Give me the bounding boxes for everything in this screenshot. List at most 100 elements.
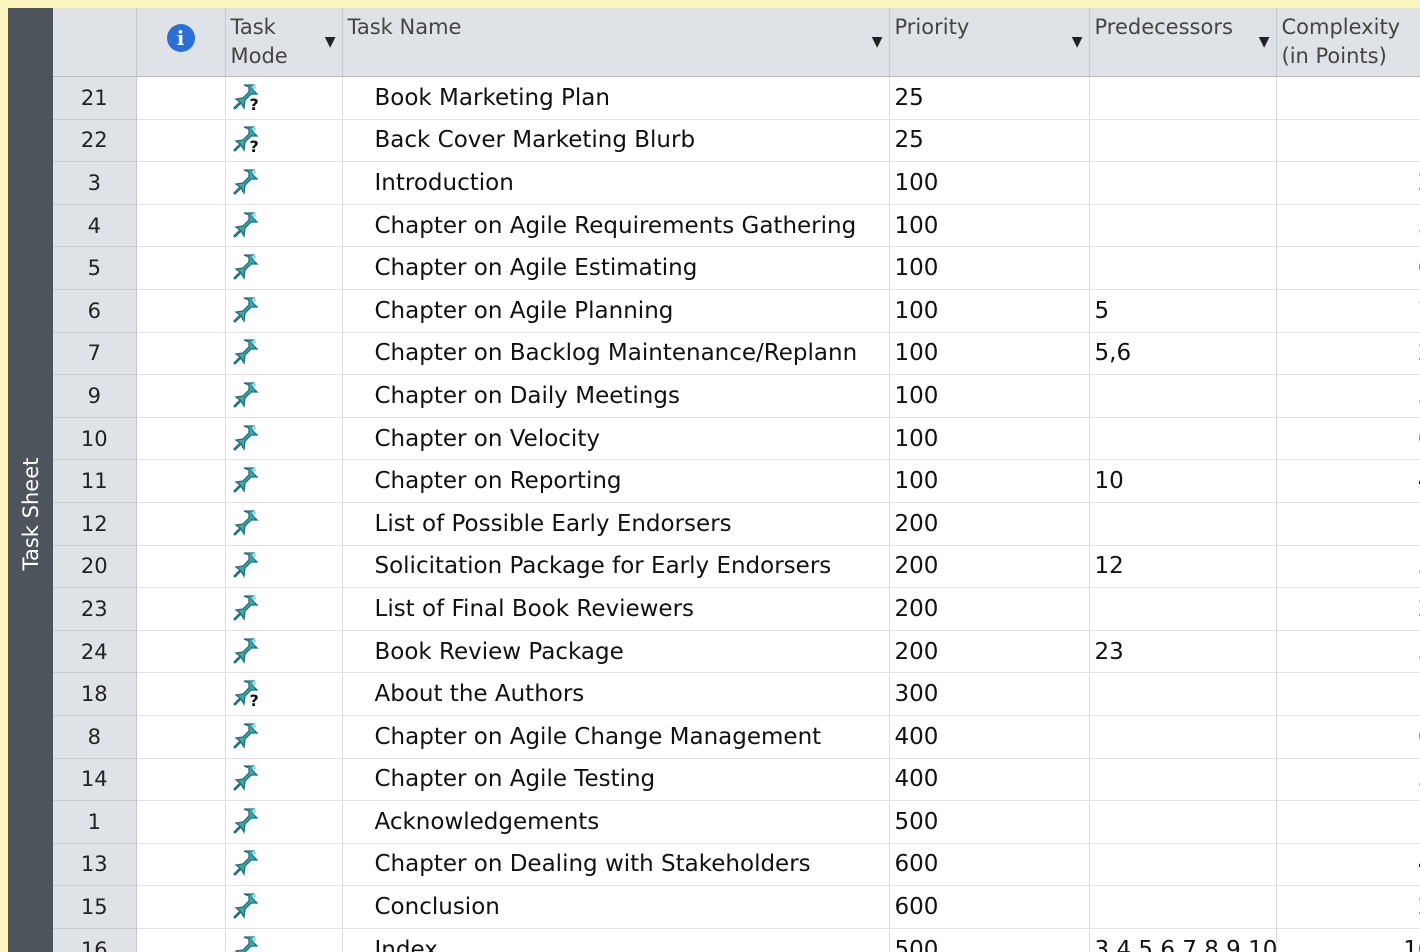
row-id-cell[interactable]: 6 [53,289,137,333]
complexity-cell[interactable]: 2 [1276,885,1420,929]
task-mode-cell[interactable] [225,417,343,461]
task-name-cell[interactable]: Chapter on Velocity [342,417,890,461]
table-row[interactable]: 24 Book Review Package200233 [53,630,1420,674]
table-row[interactable]: 3 Introduction100 2 [53,161,1420,205]
priority-cell[interactable]: 200 [889,502,1090,546]
predecessors-cell[interactable]: 12 [1089,545,1277,589]
task-name-cell[interactable]: Solicitation Package for Early Endorsers [342,545,890,589]
priority-cell[interactable]: 500 [889,928,1090,952]
table-row[interactable]: 14 Chapter on Agile Testing400 5 [53,758,1420,802]
indicator-cell[interactable] [136,161,226,205]
predecessors-cell[interactable]: 5 [1089,289,1277,333]
complexity-cell[interactable]: 10 [1276,928,1420,952]
view-bar-task-sheet[interactable]: Task Sheet [8,8,53,952]
task-name-cell[interactable]: Chapter on Agile Estimating [342,246,890,290]
priority-cell[interactable]: 400 [889,715,1090,759]
task-mode-cell[interactable] [225,161,343,205]
table-row[interactable]: 10 Chapter on Velocity100 6 [53,417,1420,461]
chevron-down-icon[interactable]: ▼ [1072,34,1083,50]
complexity-cell[interactable]: 1 [1276,800,1420,844]
indicator-cell[interactable] [136,459,226,503]
task-name-cell[interactable]: Chapter on Backlog Maintenance/Replann [342,332,890,376]
row-id-cell[interactable]: 5 [53,246,137,290]
predecessors-cell[interactable] [1089,204,1277,248]
task-mode-cell[interactable] [225,459,343,503]
task-mode-cell[interactable] [225,545,343,589]
task-name-cell[interactable]: Book Marketing Plan [342,76,890,120]
complexity-column-header[interactable]: Complexity (in Points)▼ [1276,8,1420,77]
predecessors-cell[interactable]: 10 [1089,459,1277,503]
task-mode-column-header[interactable]: Task Mode ▼ [225,8,343,77]
indicator-cell[interactable] [136,758,226,802]
task-name-cell[interactable]: Chapter on Agile Planning [342,289,890,333]
predecessors-cell[interactable]: 3,4,5,6,7,8,9,10 [1089,928,1277,952]
priority-column-header[interactable]: Priority ▼ [889,8,1090,77]
task-mode-cell[interactable] [225,928,343,952]
row-id-cell[interactable]: 16 [53,928,137,952]
task-name-cell[interactable]: Back Cover Marketing Blurb [342,119,890,163]
priority-cell[interactable]: 200 [889,630,1090,674]
table-row[interactable]: 4 Chapter on Agile Requirements Gathering… [53,204,1420,248]
task-name-cell[interactable]: List of Final Book Reviewers [342,587,890,631]
task-name-cell[interactable]: Introduction [342,161,890,205]
indicator-cell[interactable] [136,545,226,589]
predecessors-cell[interactable] [1089,374,1277,418]
priority-cell[interactable]: 100 [889,289,1090,333]
row-id-cell[interactable]: 9 [53,374,137,418]
indicator-cell[interactable] [136,204,226,248]
select-all-corner[interactable] [53,8,137,77]
predecessors-cell[interactable] [1089,587,1277,631]
row-id-cell[interactable]: 7 [53,332,137,376]
row-id-cell[interactable]: 13 [53,843,137,887]
task-name-cell[interactable]: Chapter on Agile Change Management [342,715,890,759]
predecessors-cell[interactable] [1089,246,1277,290]
complexity-cell[interactable]: 6 [1276,715,1420,759]
complexity-cell[interactable]: 1 [1276,76,1420,120]
table-row[interactable]: 11 Chapter on Reporting100104 [53,459,1420,503]
table-row[interactable]: 5 Chapter on Agile Estimating100 6 [53,246,1420,290]
complexity-cell[interactable]: 3 [1276,545,1420,589]
indicator-cell[interactable] [136,885,226,929]
indicators-column-header[interactable]: i [136,8,226,77]
table-row[interactable]: 13 Chapter on Dealing with Stakeholders 60… [53,843,1420,887]
indicator-cell[interactable] [136,843,226,887]
complexity-cell[interactable]: 1 [1276,119,1420,163]
table-row[interactable]: 9 Chapter on Daily Meetings100 3 [53,374,1420,418]
complexity-cell[interactable]: 3 [1276,630,1420,674]
task-name-cell[interactable]: Acknowledgements [342,800,890,844]
predecessors-cell[interactable] [1089,758,1277,802]
task-name-cell[interactable]: Index [342,928,890,952]
row-id-cell[interactable]: 12 [53,502,137,546]
predecessors-cell[interactable] [1089,843,1277,887]
priority-cell[interactable]: 200 [889,545,1090,589]
priority-cell[interactable]: 25 [889,76,1090,120]
priority-cell[interactable]: 100 [889,374,1090,418]
priority-cell[interactable]: 600 [889,885,1090,929]
table-row[interactable]: 20 Solicitation Package for Early Endorse… [53,545,1420,589]
predecessors-cell[interactable] [1089,800,1277,844]
task-name-cell[interactable]: About the Authors [342,672,890,716]
row-id-cell[interactable]: 3 [53,161,137,205]
complexity-cell[interactable]: 4 [1276,459,1420,503]
indicator-cell[interactable] [136,119,226,163]
priority-cell[interactable]: 100 [889,161,1090,205]
task-mode-cell[interactable] [225,630,343,674]
complexity-cell[interactable]: 3 [1276,374,1420,418]
predecessors-column-header[interactable]: Predecessors ▼ [1089,8,1277,77]
priority-cell[interactable]: 100 [889,459,1090,503]
predecessors-cell[interactable] [1089,76,1277,120]
row-id-cell[interactable]: 15 [53,885,137,929]
row-id-cell[interactable]: 22 [53,119,137,163]
table-row[interactable]: 15 Conclusion600 2 [53,885,1420,929]
complexity-cell[interactable]: 7 [1276,289,1420,333]
row-id-cell[interactable]: 4 [53,204,137,248]
row-id-cell[interactable]: 23 [53,587,137,631]
table-row[interactable]: 23 List of Final Book Reviewers200 2 [53,587,1420,631]
indicator-cell[interactable] [136,76,226,120]
task-name-cell[interactable]: Conclusion [342,885,890,929]
task-name-cell[interactable]: Chapter on Reporting [342,459,890,503]
indicator-cell[interactable] [136,246,226,290]
task-mode-cell[interactable] [225,289,343,333]
row-id-cell[interactable]: 20 [53,545,137,589]
task-name-cell[interactable]: Chapter on Dealing with Stakeholders [342,843,890,887]
